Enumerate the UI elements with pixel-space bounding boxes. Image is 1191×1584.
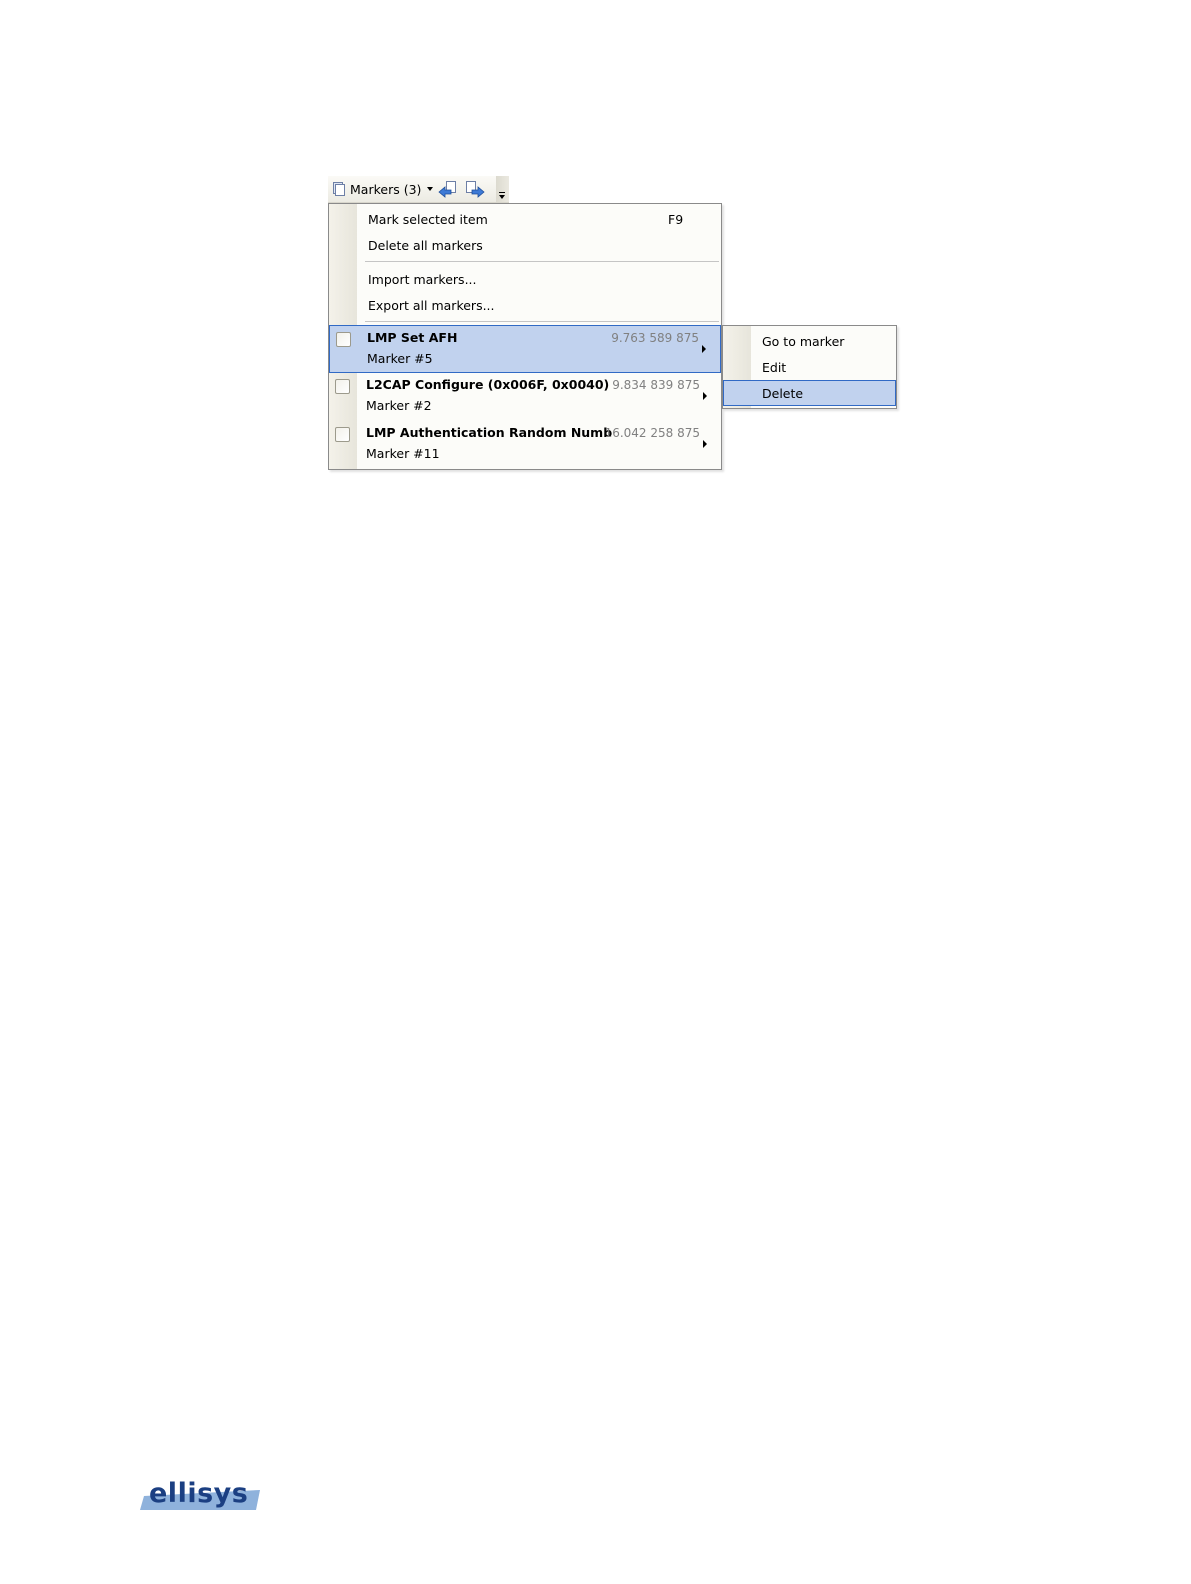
- submenu-arrow-icon: [702, 345, 706, 353]
- toolbar-overflow-button[interactable]: [496, 176, 509, 202]
- delete-label: Delete: [762, 386, 804, 401]
- logo-text: ellisys: [149, 1478, 249, 1509]
- markers-menu: Mark selected item F9 Delete all markers…: [328, 203, 722, 470]
- markers-label: Markers (3): [350, 181, 422, 197]
- menu-item-delete-all[interactable]: Delete all markers: [357, 232, 721, 258]
- go-to-marker-label: Go to marker: [762, 334, 845, 349]
- markers-dropdown-button[interactable]: Markers (3): [330, 179, 435, 199]
- marker-submenu: Go to marker Edit Delete: [722, 325, 897, 409]
- submenu-item-go-to-marker[interactable]: Go to marker: [723, 328, 896, 354]
- markers-toolbar: Markers (3): [328, 176, 509, 203]
- next-marker-button[interactable]: [465, 180, 485, 198]
- marker-name: Marker #5: [367, 351, 433, 366]
- marker-title: L2CAP Configure (0x006F, 0x0040): [366, 377, 610, 392]
- ellisys-logo: ellisys: [140, 1478, 264, 1514]
- marker-timestamp: 16.042 258 875: [604, 426, 700, 440]
- marker-timestamp: 9.763 589 875: [611, 331, 699, 345]
- menu-item-mark-selected[interactable]: Mark selected item F9: [357, 206, 721, 232]
- edit-label: Edit: [762, 360, 787, 375]
- export-label: Export all markers...: [368, 297, 495, 313]
- menu-item-export[interactable]: Export all markers...: [357, 292, 721, 318]
- marker-title: LMP Authentication Random Numb: [366, 425, 613, 440]
- mark-selected-shortcut: F9: [668, 211, 684, 227]
- submenu-arrow-icon: [703, 440, 707, 448]
- marker-item[interactable]: L2CAP Configure (0x006F, 0x0040) 9.834 8…: [329, 373, 721, 421]
- submenu-arrow-icon: [703, 392, 707, 400]
- menu-separator: [365, 261, 719, 262]
- menu-item-import[interactable]: Import markers...: [357, 266, 721, 292]
- overflow-chevron-icon: [499, 192, 505, 199]
- chevron-down-icon: [427, 187, 434, 191]
- marker-name: Marker #2: [366, 398, 432, 413]
- import-label: Import markers...: [368, 271, 477, 287]
- submenu-item-edit[interactable]: Edit: [723, 354, 896, 380]
- marker-checkbox-icon[interactable]: [336, 332, 351, 347]
- marker-checkbox-icon[interactable]: [335, 379, 350, 394]
- previous-marker-button[interactable]: [438, 180, 458, 198]
- marker-checkbox-icon[interactable]: [335, 427, 350, 442]
- marker-timestamp: 9.834 839 875: [612, 378, 700, 392]
- marker-name: Marker #11: [366, 446, 440, 461]
- next-marker-icon: [466, 181, 485, 198]
- submenu-item-delete[interactable]: Delete: [723, 380, 896, 406]
- marker-item[interactable]: LMP Authentication Random Numb 16.042 25…: [329, 421, 721, 469]
- marker-item[interactable]: LMP Set AFH 9.763 589 875 Marker #5: [329, 325, 721, 373]
- markers-icon: [332, 181, 346, 197]
- delete-all-label: Delete all markers: [368, 237, 483, 253]
- previous-marker-icon: [438, 181, 456, 198]
- marker-title: LMP Set AFH: [367, 330, 458, 345]
- mark-selected-label: Mark selected item: [368, 211, 488, 227]
- menu-separator: [365, 321, 719, 322]
